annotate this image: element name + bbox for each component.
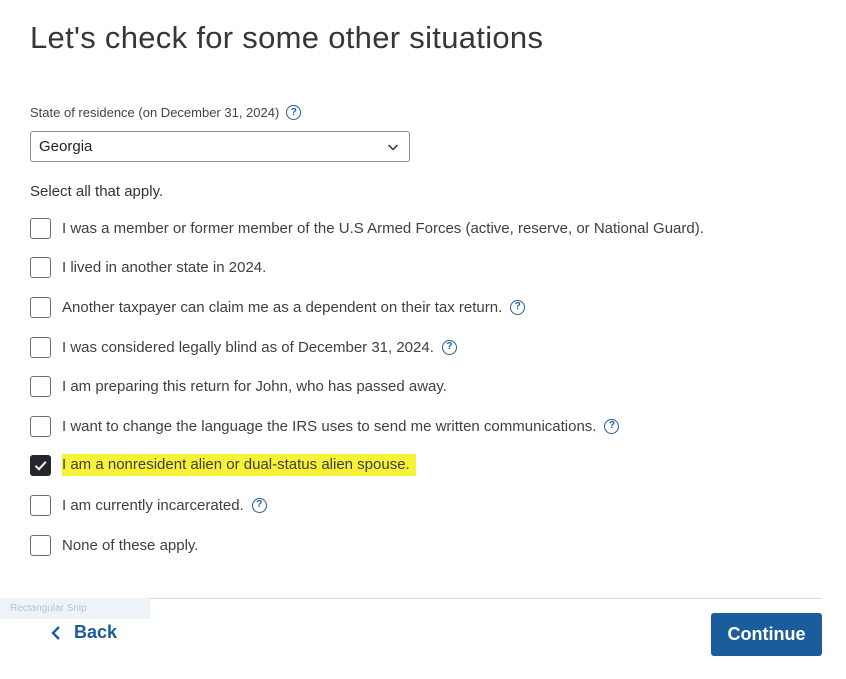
select-all-instructions: Select all that apply. xyxy=(30,183,164,200)
continue-button[interactable]: Continue xyxy=(711,613,822,656)
back-label: Back xyxy=(74,622,118,642)
state-select-value: Georgia xyxy=(39,138,93,155)
legally-blind-help-icon[interactable]: ? xyxy=(441,339,457,355)
chevron-down-icon xyxy=(387,143,399,151)
back-button[interactable]: Back xyxy=(50,622,117,643)
option-incarcerated[interactable]: I am currently incarcerated. ? xyxy=(30,494,267,516)
checkbox[interactable] xyxy=(30,375,51,397)
checkbox[interactable] xyxy=(30,336,51,358)
state-help-icon[interactable]: ? xyxy=(286,105,302,120)
checkbox-checked[interactable] xyxy=(30,454,51,476)
checkbox[interactable] xyxy=(30,256,51,278)
checkmark-icon xyxy=(34,460,47,471)
option-label: I am currently incarcerated. xyxy=(62,496,244,514)
option-label: I am preparing this return for John, who… xyxy=(62,377,447,395)
irs-language-help-icon[interactable]: ? xyxy=(604,418,620,434)
option-dependent[interactable]: Another taxpayer can claim me as a depen… xyxy=(30,296,526,318)
state-select[interactable]: Georgia xyxy=(30,131,410,162)
checkbox[interactable] xyxy=(30,217,51,239)
checkbox[interactable] xyxy=(30,415,51,437)
page-title: Let's check for some other situations xyxy=(30,20,544,55)
option-deceased[interactable]: I am preparing this return for John, who… xyxy=(30,375,447,397)
state-label: State of residence (on December 31, 2024… xyxy=(30,105,280,120)
incarcerated-help-icon[interactable]: ? xyxy=(251,497,267,513)
option-label: Another taxpayer can claim me as a depen… xyxy=(62,298,503,316)
option-label: I was a member or former member of the U… xyxy=(62,219,704,237)
option-label: I lived in another state in 2024. xyxy=(62,258,267,276)
option-label: I want to change the language the IRS us… xyxy=(62,417,597,435)
option-label: I was considered legally blind as of Dec… xyxy=(62,338,434,356)
dependent-help-icon[interactable]: ? xyxy=(510,299,526,315)
chevron-left-icon xyxy=(51,625,60,640)
option-nonresident-alien[interactable]: I am a nonresident alien or dual-status … xyxy=(30,454,416,476)
option-irs-language[interactable]: I want to change the language the IRS us… xyxy=(30,415,620,437)
option-armed-forces[interactable]: I was a member or former member of the U… xyxy=(30,217,704,239)
snip-overlay-label: Rectangular Snip xyxy=(0,598,150,619)
checkbox[interactable] xyxy=(30,534,51,556)
checkbox[interactable] xyxy=(30,494,51,516)
checkbox[interactable] xyxy=(30,296,51,318)
option-label: None of these apply. xyxy=(62,536,199,554)
option-label: I am a nonresident alien or dual-status … xyxy=(62,454,416,476)
option-legally-blind[interactable]: I was considered legally blind as of Dec… xyxy=(30,336,457,358)
option-none[interactable]: None of these apply. xyxy=(30,534,198,556)
state-label-row: State of residence (on December 31, 2024… xyxy=(30,105,302,120)
option-lived-another-state[interactable]: I lived in another state in 2024. xyxy=(30,256,266,278)
